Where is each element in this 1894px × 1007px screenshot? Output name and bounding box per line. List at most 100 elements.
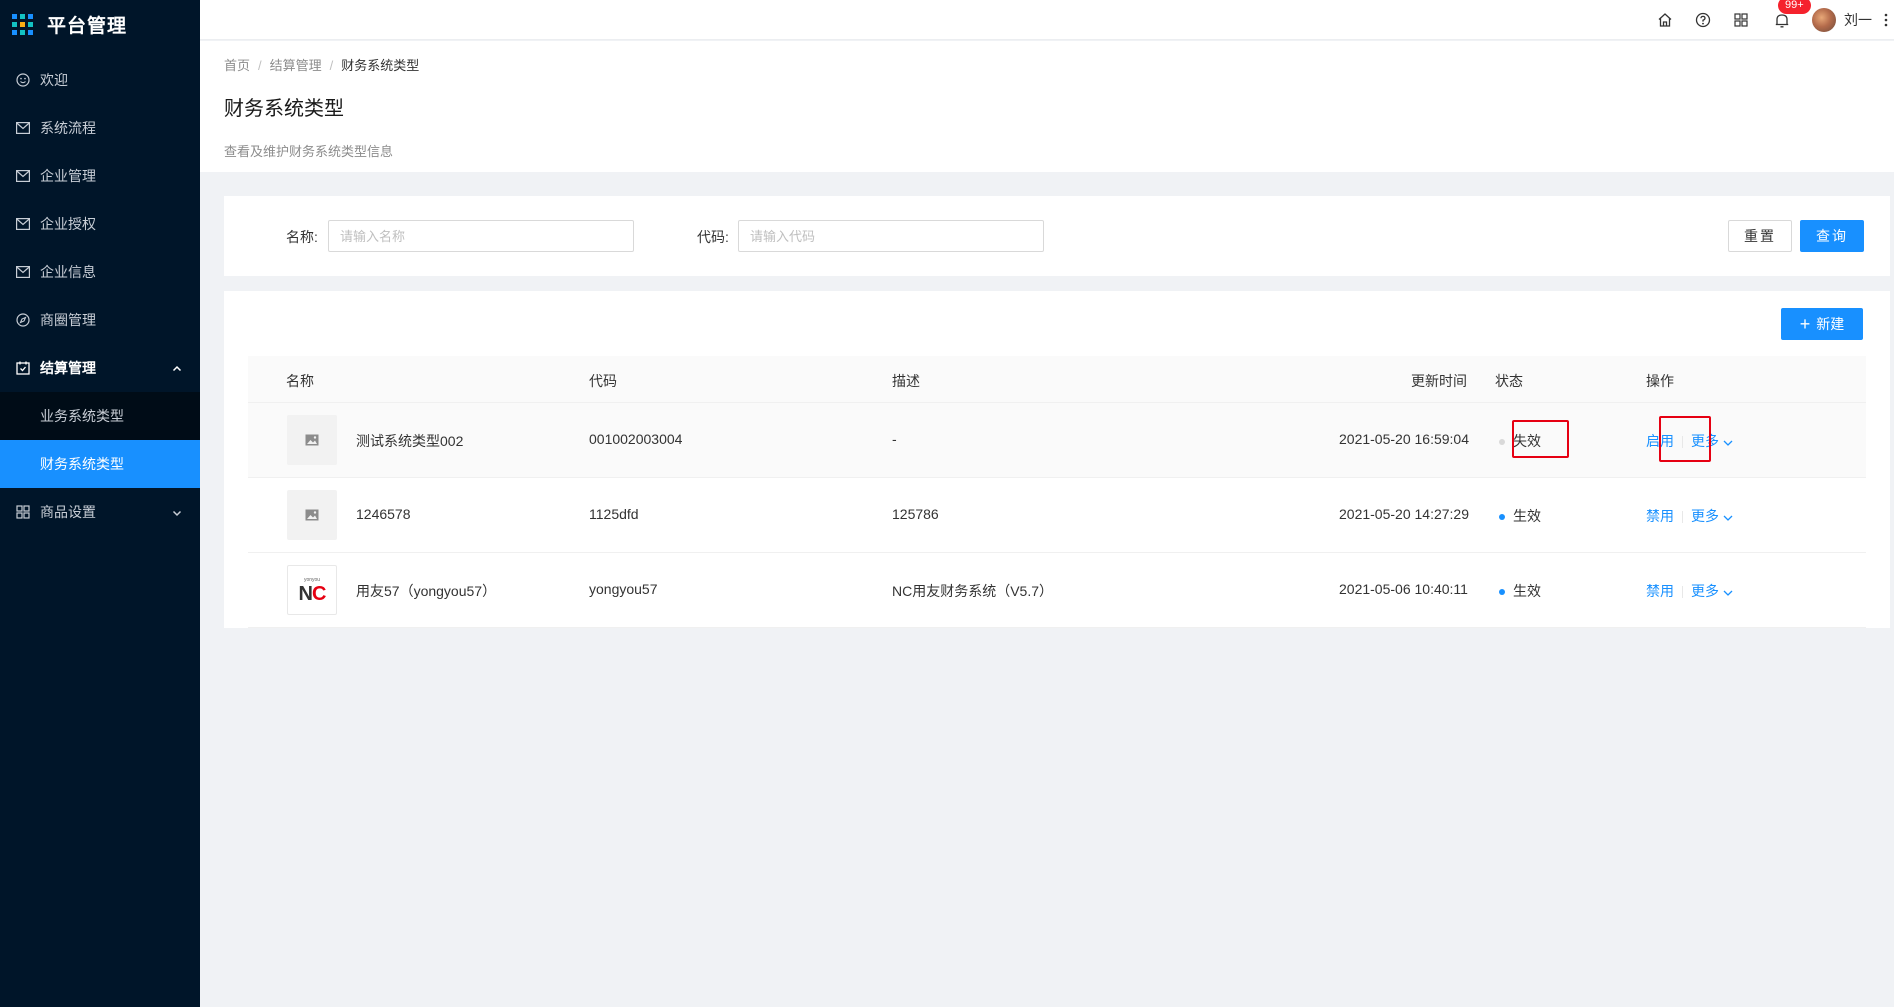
image-placeholder-icon [287,415,337,465]
status-text: 生效 [1513,583,1541,599]
status-badge: 生效 [1499,581,1541,601]
cell-description: - [892,431,897,447]
new-button-label: 新建 [1816,316,1845,332]
more-vertical-icon[interactable] [1878,0,1894,40]
sidebar-item-label: 企业授权 [40,216,96,232]
new-button[interactable]: + 新建 [1781,308,1863,340]
divider [1682,511,1683,524]
sidebar-item-enterprise-management[interactable]: 企业管理 [0,152,200,200]
table-header: 名称 代码 描述 更新时间 状态 操作 [248,356,1866,403]
cell-code: 1125dfd [589,506,639,522]
settlement-submenu: 业务系统类型 财务系统类型 [0,392,200,488]
sidebar-item-label: 商圈管理 [40,312,96,328]
sidebar-item-product-settings[interactable]: 商品设置 [0,488,200,536]
chevron-down-icon [1723,434,1733,450]
sidebar-item-finance-system-type[interactable]: 财务系统类型 [0,440,200,488]
disable-link[interactable]: 禁用 [1646,508,1674,524]
more-dropdown[interactable]: 更多 [1691,508,1733,524]
apps-icon[interactable] [1722,0,1760,40]
cell-updated-time: 2021-05-06 10:40:11 [1339,581,1468,597]
breadcrumb: 首页 / 结算管理 / 财务系统类型 [224,55,1894,74]
breadcrumb-item-current: 财务系统类型 [341,58,420,73]
cell-code: yongyou57 [589,581,658,597]
sidebar-item-enterprise-info[interactable]: 企业信息 [0,248,200,296]
code-field-label: 代码: [697,229,729,245]
cell-actions: 禁用 更多 [1646,506,1733,526]
sidebar-item-business-system-type[interactable]: 业务系统类型 [0,392,200,440]
mail-icon [16,169,30,183]
cell-name: 测试系统类型002 [356,433,464,449]
more-label: 更多 [1691,583,1719,599]
highlight-box-status [1512,420,1569,458]
column-header-actions: 操作 [1646,373,1674,389]
calendar-icon [16,361,30,375]
notification-badge: 99+ [1778,0,1811,14]
header-actions: 99+ 刘一 [1646,0,1894,40]
code-search-input[interactable] [738,220,1044,252]
cell-updated-time: 2021-05-20 14:27:29 [1339,506,1469,522]
chevron-up-icon [172,361,182,377]
disable-link[interactable]: 禁用 [1646,583,1674,599]
breadcrumb-item-home[interactable]: 首页 [224,58,250,73]
reset-button[interactable]: 重置 [1728,220,1792,252]
status-dot [1499,514,1505,521]
user-menu[interactable]: 刘一 [1804,0,1878,40]
sidebar-item-system-flow[interactable]: 系统流程 [0,104,200,152]
name-search-input[interactable] [328,220,634,252]
sidebar-item-label: 业务系统类型 [40,408,124,424]
nc-logo: yonyou NC [287,565,337,615]
sidebar-item-label: 欢迎 [40,72,68,88]
sidebar-item-label: 企业管理 [40,168,96,184]
cell-updated-time: 2021-05-20 16:59:04 [1339,431,1469,447]
column-header-status: 状态 [1495,373,1523,389]
column-header-name: 名称 [286,373,314,389]
sidebar-item-label: 商品设置 [40,504,96,520]
page-description: 查看及维护财务系统类型信息 [224,144,394,159]
sidebar-item-label: 企业信息 [40,264,96,280]
name-field-label: 名称: [286,229,318,245]
notification-bell-icon[interactable]: 99+ [1760,0,1811,40]
table-row: 测试系统类型002 001002003004 - 2021-05-20 16:5… [248,403,1866,478]
apps-grid-icon [12,13,33,35]
appstore-icon [16,505,30,519]
sidebar-item-welcome[interactable]: 欢迎 [0,56,200,104]
mail-icon [16,217,30,231]
sidebar-item-settlement[interactable]: 结算管理 [0,344,200,392]
highlight-box-action [1659,416,1711,462]
mail-icon [16,265,30,279]
page-header: 首页 / 结算管理 / 财务系统类型 财务系统类型 查看及维护财务系统类型信息 [200,41,1894,172]
brand[interactable]: 平台管理 [0,0,200,48]
breadcrumb-separator: / [258,58,262,73]
chevron-down-icon [172,505,182,521]
smile-icon [16,73,30,87]
table-card: + 新建 名称 代码 描述 更新时间 状态 操作 测试系统类型002 00100… [224,291,1890,628]
image-placeholder-icon [287,490,337,540]
app-title: 平台管理 [47,15,128,37]
status-text: 生效 [1513,508,1541,524]
more-label: 更多 [1691,508,1719,524]
chevron-down-icon [1723,584,1733,600]
divider [1682,586,1683,599]
status-dot [1499,439,1505,446]
status-badge: 生效 [1499,506,1541,526]
sidebar: 平台管理 欢迎 系统流程 企业管理 企业授权 企业信息 商圈管理 结算管理 业务… [0,0,200,1007]
top-header: 99+ 刘一 [200,0,1894,40]
query-button[interactable]: 查询 [1800,220,1864,252]
chevron-down-icon [1723,509,1733,525]
more-dropdown[interactable]: 更多 [1691,583,1733,599]
cell-description: NC用友财务系统（V5.7） [892,583,1054,599]
plus-icon: + [1799,314,1811,334]
column-header-code: 代码 [589,373,617,389]
help-icon[interactable] [1684,0,1722,40]
home-icon[interactable] [1646,0,1684,40]
sidebar-item-business-district[interactable]: 商圈管理 [0,296,200,344]
sidebar-nav: 欢迎 系统流程 企业管理 企业授权 企业信息 商圈管理 结算管理 业务系统类型 … [0,56,200,536]
breadcrumb-separator: / [329,58,334,73]
sidebar-item-label: 系统流程 [40,120,96,136]
page-title: 财务系统类型 [224,98,344,120]
sidebar-item-label: 财务系统类型 [40,456,124,472]
breadcrumb-item-settlement[interactable]: 结算管理 [270,58,322,73]
sidebar-item-enterprise-authorization[interactable]: 企业授权 [0,200,200,248]
column-header-updated-time: 更新时间 [1411,373,1467,389]
table-row: yonyou NC 用友57（yongyou57） yongyou57 NC用友… [248,553,1866,628]
